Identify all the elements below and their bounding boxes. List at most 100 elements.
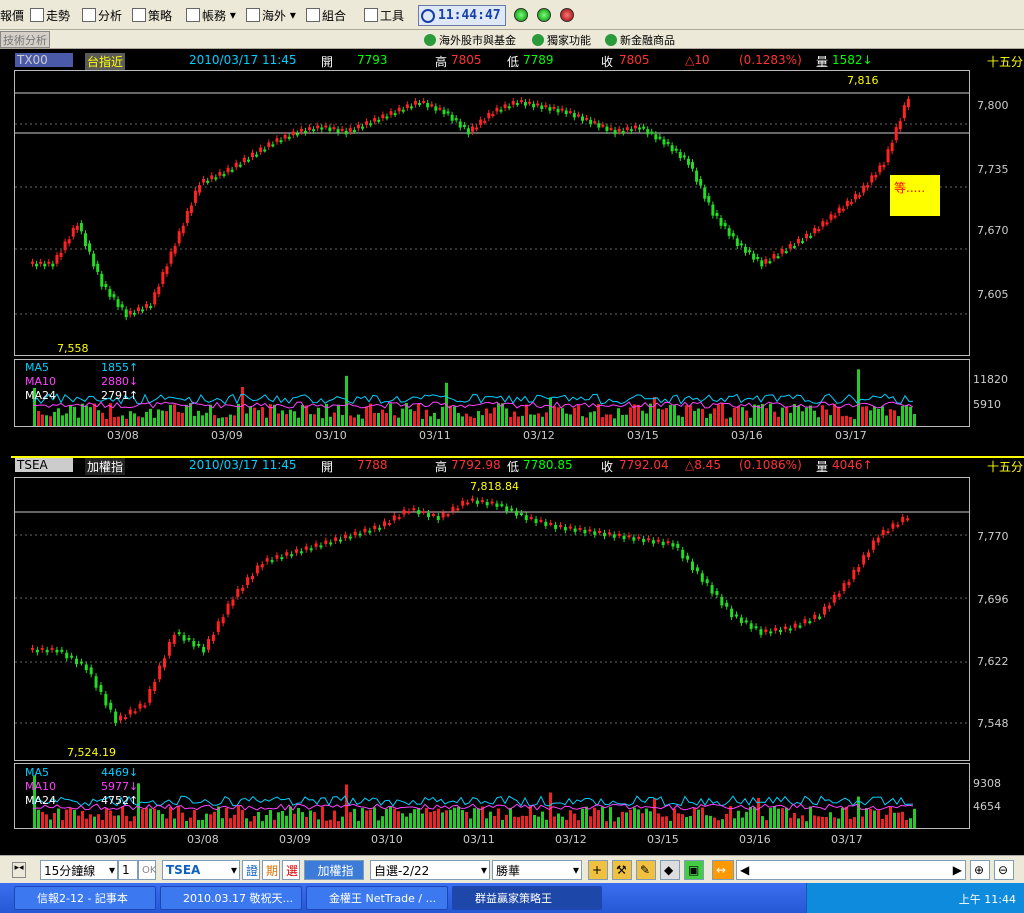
volume-bar <box>745 811 748 828</box>
candle <box>818 616 822 619</box>
volume-bar <box>373 412 376 426</box>
candle <box>711 204 715 216</box>
volume-bar <box>777 808 780 828</box>
options-button[interactable]: 選 <box>282 860 300 880</box>
index-name-button[interactable]: 加權指 <box>304 860 364 880</box>
volume-bar <box>669 404 672 426</box>
toolbar-trend[interactable]: 走勢 <box>30 5 70 25</box>
volume-bar <box>53 813 56 828</box>
candle <box>515 510 518 516</box>
volume-bar <box>749 417 752 426</box>
toggle-icon[interactable]: ▸◂ <box>12 862 26 878</box>
candle <box>827 605 831 609</box>
green-light-icon[interactable] <box>537 8 551 22</box>
volume-bar <box>585 806 588 828</box>
horizontal-scrollbar[interactable]: ◀ ▶ <box>736 860 966 880</box>
watchlist-select[interactable]: 自選-2/22 ▾ <box>370 860 490 880</box>
candle <box>867 552 870 558</box>
ok-button[interactable]: OK <box>138 860 156 880</box>
candle <box>563 527 567 531</box>
candle <box>654 134 658 140</box>
volume-bar <box>613 418 616 426</box>
candle <box>491 114 495 117</box>
toolbar-quotes[interactable]: 報價 <box>0 5 24 25</box>
candle <box>876 537 880 543</box>
candle <box>336 129 340 133</box>
toolbar-portfolio[interactable]: 組合 <box>306 5 346 25</box>
green-light-icon[interactable] <box>514 8 528 22</box>
volume-bar <box>885 415 888 426</box>
candle <box>197 643 201 646</box>
tab-technical-analysis[interactable]: 技術分析 <box>0 31 50 48</box>
stock-button[interactable]: 證 <box>242 860 260 880</box>
candle <box>719 218 723 226</box>
ma24-value: 2791↑ <box>101 389 139 402</box>
volume-bar <box>305 816 308 828</box>
futures-button[interactable]: 期 <box>262 860 280 880</box>
task-document[interactable]: 2010.03.17 敬祝天... <box>160 886 302 910</box>
volume-bar <box>269 809 272 828</box>
link-exclusive[interactable]: 獨家功能 <box>532 32 591 48</box>
volume-bar <box>813 410 816 426</box>
eraser-icon[interactable]: ◆ <box>660 860 680 880</box>
candle <box>344 130 348 135</box>
broker-select[interactable]: 勝華 ▾ <box>492 860 582 880</box>
candle <box>236 589 240 597</box>
candle <box>524 515 528 521</box>
open-value: 7793 <box>357 53 388 67</box>
candle <box>100 273 104 287</box>
task-notepad[interactable]: 信報2-12 - 記事本 <box>14 886 156 910</box>
top-volume-plot[interactable] <box>14 359 970 427</box>
link-new-products[interactable]: 新金融商品 <box>605 32 675 48</box>
volume-bar <box>125 815 128 828</box>
bottom-price-plot[interactable] <box>14 477 970 761</box>
crosshair-icon[interactable]: + <box>588 860 608 880</box>
toolbar-account[interactable]: 帳務 ▾ <box>186 5 236 25</box>
volume-bar <box>85 818 88 828</box>
task-nettrade[interactable]: 金權王 NetTrade / ... <box>306 886 448 910</box>
volume-bar <box>893 812 896 828</box>
wrench-icon[interactable]: ⚒ <box>612 860 632 880</box>
toolbar-analysis[interactable]: 分析 <box>82 5 122 25</box>
note-box[interactable]: 等..... <box>890 175 940 216</box>
top-price-plot[interactable] <box>14 70 970 356</box>
zoom-out-icon[interactable]: ⊖ <box>994 860 1014 880</box>
volume-bar <box>769 403 772 426</box>
toolbar-strategy[interactable]: 策略 <box>132 5 172 25</box>
volume-bar <box>841 807 844 828</box>
volume-bar <box>433 810 436 828</box>
symbol-code[interactable]: TSEA <box>15 458 73 472</box>
volume-bar <box>493 815 496 828</box>
volume-bar <box>885 814 888 828</box>
volume-bar <box>629 407 632 426</box>
link-overseas-markets[interactable]: 海外股市與基金 <box>424 32 516 48</box>
pencil-icon[interactable]: ✎ <box>636 860 656 880</box>
candle <box>238 164 242 167</box>
red-light-icon[interactable] <box>560 8 574 22</box>
zoom-in-icon[interactable]: ⊕ <box>970 860 990 880</box>
period-count[interactable]: 1 <box>118 860 138 880</box>
symbol-input[interactable]: TSEA ▾ <box>162 860 240 880</box>
grid-icon[interactable]: ▣ <box>684 860 704 880</box>
period-select[interactable]: 15分鐘線 ▾ <box>40 860 118 880</box>
volume-bar <box>845 806 848 828</box>
candle <box>324 125 328 128</box>
candle <box>92 253 96 267</box>
candle <box>578 527 582 530</box>
toolbar-overseas[interactable]: 海外 ▾ <box>246 5 296 25</box>
bottom-price-svg <box>15 495 969 727</box>
bottom-volume-plot[interactable] <box>14 763 970 829</box>
candle <box>776 256 780 259</box>
volume-bar <box>393 808 396 828</box>
candle <box>50 647 54 650</box>
volume-bar <box>465 413 468 426</box>
candle <box>206 180 210 183</box>
volume-bar <box>741 817 744 828</box>
toolbar-tools[interactable]: 工具 <box>364 5 404 25</box>
task-strategy-king[interactable]: 群益贏家策略王 <box>452 886 602 910</box>
candle <box>715 212 719 217</box>
candle <box>821 221 825 227</box>
symbol-name: 加權指 <box>85 458 126 475</box>
fit-icon[interactable]: ↔ <box>712 860 734 880</box>
symbol-code[interactable]: TX00 <box>15 53 73 67</box>
